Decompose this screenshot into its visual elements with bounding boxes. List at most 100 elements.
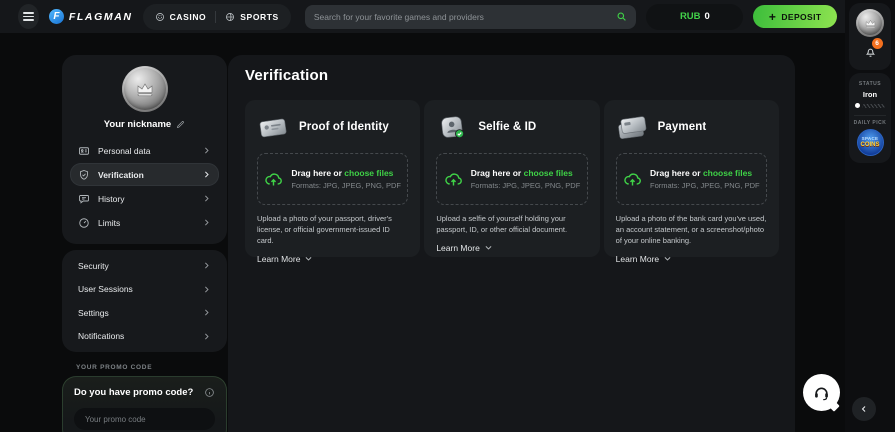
hamburger-icon <box>23 11 34 22</box>
logo-text: FLAGMAN <box>69 11 133 23</box>
menu-item-label: Limits <box>98 218 120 228</box>
chevron-down-icon <box>304 254 313 263</box>
chevron-down-icon <box>484 243 493 252</box>
file-dropzone[interactable]: Drag here or choose files Formats: JPG, … <box>616 153 767 205</box>
menu-item-label: History <box>98 194 124 204</box>
nickname-text: Your nickname <box>104 119 171 130</box>
crown-icon <box>863 16 878 31</box>
chevron-right-icon <box>202 285 211 294</box>
promo-card: Do you have promo code? <box>62 376 227 432</box>
collapse-rail-button[interactable] <box>852 397 876 421</box>
shield-check-icon <box>78 169 90 181</box>
topbar: F FLAGMAN CASINO SPORTS RUB 0 + DEPOSIT <box>0 0 845 33</box>
casino-chip-icon <box>155 12 165 22</box>
upload-icon <box>264 170 283 189</box>
headset-icon <box>812 383 831 402</box>
status-value: Iron <box>863 90 877 99</box>
menu-item-personal-data[interactable]: Personal data <box>70 139 219 162</box>
flagman-logo-icon: F <box>49 9 64 24</box>
deposit-button[interactable]: + DEPOSIT <box>753 5 837 28</box>
deposit-label: DEPOSIT <box>781 12 821 22</box>
selfie-id-3d-icon <box>436 114 468 141</box>
menu-item-label: Personal data <box>98 146 150 156</box>
chevron-right-icon <box>202 146 211 155</box>
card-header: Payment <box>616 113 767 141</box>
rail-divider <box>854 115 886 116</box>
file-dropzone[interactable]: Drag here or choose files Formats: JPG, … <box>436 153 587 205</box>
link-label: Security <box>78 261 109 271</box>
nav-sports[interactable]: SPORTS <box>225 12 279 22</box>
drag-here-text: Drag here or <box>471 168 522 178</box>
daily-pick-label: DAILY PICK <box>854 120 887 126</box>
right-rail: 6 STATUS Iron DAILY PICK SPACE COINS <box>845 0 895 432</box>
id-card-icon <box>78 145 90 157</box>
main-panel: Verification Proof of Identity Drag here… <box>228 55 795 432</box>
card-payment: Payment Drag here or choose files Format… <box>604 100 779 257</box>
nav-divider <box>215 11 216 23</box>
chevron-right-icon <box>202 218 211 227</box>
bank-cards-3d-icon <box>616 114 648 141</box>
profile-menu: Personal data Verification History Limit… <box>70 139 219 234</box>
link-label: Notifications <box>78 331 124 341</box>
screen: F FLAGMAN CASINO SPORTS RUB 0 + DEPOSIT <box>0 0 895 432</box>
chevron-right-icon <box>202 170 211 179</box>
plus-icon: + <box>769 11 776 23</box>
chevron-left-icon <box>859 404 869 414</box>
learn-more-button[interactable]: Learn More <box>257 254 313 264</box>
link-label: User Sessions <box>78 284 133 294</box>
nav-casino-label: CASINO <box>170 12 207 22</box>
choose-files-link[interactable]: choose files <box>344 168 393 178</box>
card-proof-of-identity: Proof of Identity Drag here or choose fi… <box>245 100 420 257</box>
upload-icon <box>444 170 463 189</box>
promo-code-input[interactable] <box>74 408 215 430</box>
chevron-right-icon <box>202 261 211 270</box>
notifications-button[interactable]: 6 <box>864 45 877 63</box>
learn-more-button[interactable]: Learn More <box>616 254 672 264</box>
drag-here-text: Drag here or <box>291 168 342 178</box>
sports-ball-icon <box>225 12 235 22</box>
info-icon[interactable] <box>204 387 215 398</box>
learn-more-label: Learn More <box>616 254 659 264</box>
menu-item-history[interactable]: History <box>70 187 219 210</box>
card-header: Proof of Identity <box>257 113 408 141</box>
edit-pencil-icon[interactable] <box>176 120 185 129</box>
learn-more-label: Learn More <box>257 254 300 264</box>
balance-currency: RUB <box>680 11 701 22</box>
id-card-3d-icon <box>257 114 289 141</box>
nickname-row: Your nickname <box>70 119 219 130</box>
support-chat-button[interactable] <box>803 374 840 411</box>
status-card: STATUS Iron DAILY PICK SPACE COINS <box>849 73 891 163</box>
profile-card: Your nickname Personal data Verification… <box>62 55 227 244</box>
search-icon <box>616 11 627 22</box>
link-notifications[interactable]: Notifications <box>70 325 219 349</box>
menu-item-limits[interactable]: Limits <box>70 211 219 234</box>
nav-casino[interactable]: CASINO <box>155 12 207 22</box>
menu-item-verification[interactable]: Verification <box>70 163 219 186</box>
dropzone-text: Drag here or choose files Formats: JPG, … <box>291 168 401 190</box>
crown-icon <box>133 77 157 101</box>
progress-track <box>862 104 885 108</box>
dropzone-text: Drag here or choose files Formats: JPG, … <box>650 168 760 190</box>
card-description: Upload a photo of the bank card you've u… <box>616 214 767 247</box>
chat-bubble-icon <box>78 193 90 205</box>
learn-more-button[interactable]: Learn More <box>436 243 492 253</box>
menu-item-label: Verification <box>98 170 144 180</box>
daily-pick-coins-badge[interactable]: SPACE COINS <box>857 129 884 156</box>
chevron-right-icon <box>202 332 211 341</box>
hamburger-menu-button[interactable] <box>18 4 39 29</box>
learn-more-label: Learn More <box>436 243 479 253</box>
file-dropzone[interactable]: Drag here or choose files Formats: JPG, … <box>257 153 408 205</box>
choose-files-link[interactable]: choose files <box>524 168 573 178</box>
profile-sidebar: Your nickname Personal data Verification… <box>62 55 227 432</box>
link-security[interactable]: Security <box>70 254 219 278</box>
logo[interactable]: F FLAGMAN <box>49 9 133 24</box>
link-user-sessions[interactable]: User Sessions <box>70 278 219 302</box>
search-input[interactable] <box>314 12 617 22</box>
formats-text: Formats: JPG, JPEG, PNG, PDF <box>650 181 760 190</box>
user-avatar[interactable] <box>856 9 884 37</box>
account-links-card: Security User Sessions Settings Notifica… <box>62 250 227 352</box>
balance-pill[interactable]: RUB 0 <box>646 4 743 30</box>
balance-amount: 0 <box>705 11 710 22</box>
choose-files-link[interactable]: choose files <box>703 168 752 178</box>
link-settings[interactable]: Settings <box>70 301 219 325</box>
